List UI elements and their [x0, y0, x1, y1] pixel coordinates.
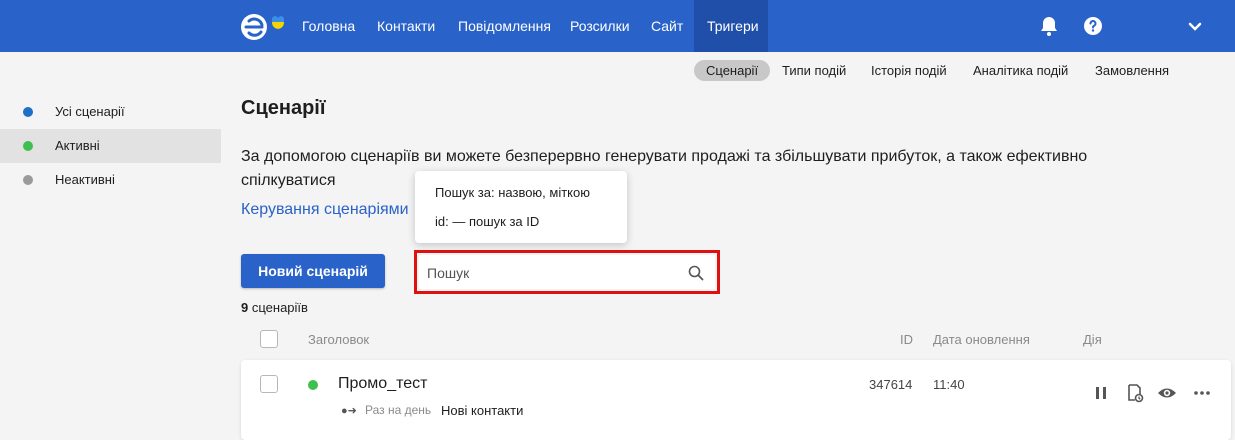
arrow-right-icon: ●➜ [341, 405, 357, 417]
sidebar-item-label: Неактивні [55, 172, 115, 187]
column-header-id[interactable]: ID [900, 332, 913, 347]
help-icon[interactable] [1081, 14, 1105, 38]
sidebar-item-all[interactable]: Усі сценарії [0, 95, 221, 129]
nav-site[interactable]: Сайт [638, 0, 696, 52]
search-tooltip: Пошук за: назвою, міткою id: — пошук за … [415, 171, 627, 243]
scenario-count-number: 9 [241, 300, 249, 315]
column-header-action: Дія [1083, 332, 1102, 347]
more-icon[interactable] [1191, 382, 1213, 404]
scenario-count-label: сценаріїв [251, 300, 308, 315]
chevron-down-icon[interactable] [1183, 14, 1207, 38]
sidebar-item-label: Активні [55, 138, 100, 153]
search-highlight-frame [414, 250, 720, 294]
status-dot-icon [23, 175, 33, 185]
new-scenario-button[interactable]: Новий сценарій [241, 254, 385, 288]
sidebar-item-active[interactable]: Активні [0, 129, 221, 163]
view-icon[interactable] [1156, 382, 1178, 404]
search-field[interactable] [419, 255, 715, 289]
page-description: За допомогою сценаріїв ви можете безпере… [241, 148, 1088, 189]
table-row[interactable]: Промо_тест ●➜ Раз на день Нові контакти … [241, 360, 1231, 440]
nav-contacts[interactable]: Контакти [364, 0, 448, 52]
subnav-orders[interactable]: Замовлення [1083, 60, 1181, 81]
scenario-updated: 11:40 [933, 377, 965, 392]
scenario-frequency: Раз на день [365, 403, 432, 417]
nav-triggers[interactable]: Тригери [694, 0, 768, 52]
bell-icon[interactable] [1037, 14, 1061, 38]
select-all-checkbox[interactable] [260, 330, 278, 348]
subnav-event-types[interactable]: Типи подій [770, 60, 858, 81]
sidebar-item-inactive[interactable]: Неактивні [0, 163, 221, 197]
status-dot-icon [308, 380, 318, 390]
subnav-scenarios[interactable]: Сценарії [694, 60, 771, 81]
scenario-count: 9 сценаріїв [241, 300, 308, 315]
status-dot-icon [23, 107, 33, 117]
column-header-updated[interactable]: Дата оновлення [933, 332, 1030, 347]
search-input[interactable] [427, 261, 677, 285]
manage-scenarios-link[interactable]: Керування сценаріями [241, 201, 409, 219]
column-header-title[interactable]: Заголовок [308, 332, 369, 347]
scenario-id: 347614 [869, 377, 913, 392]
pause-icon[interactable] [1090, 382, 1112, 404]
scenario-trigger: Нові контакти [441, 403, 524, 418]
row-checkbox[interactable] [260, 375, 278, 393]
scenario-name[interactable]: Промо_тест [338, 375, 427, 393]
search-icon[interactable] [687, 264, 705, 282]
nav-messages[interactable]: Повідомлення [445, 0, 564, 52]
copy-icon[interactable] [1124, 382, 1146, 404]
sidebar-item-label: Усі сценарії [55, 104, 125, 119]
nav-home[interactable]: Головна [289, 0, 368, 52]
status-dot-icon [23, 141, 33, 151]
logo-icon[interactable] [240, 8, 290, 44]
top-navigation-bar: Головна Контакти Повідомлення Розсилки С… [0, 0, 1235, 52]
tooltip-line: Пошук за: назвою, міткою [435, 185, 590, 200]
page-title: Сценарії [241, 97, 326, 119]
subnav-event-analytics[interactable]: Аналітика подій [961, 60, 1080, 81]
tooltip-line: id: — пошук за ID [435, 214, 540, 229]
subnav-event-history[interactable]: Історія подій [859, 60, 959, 81]
nav-campaigns[interactable]: Розсилки [557, 0, 643, 52]
